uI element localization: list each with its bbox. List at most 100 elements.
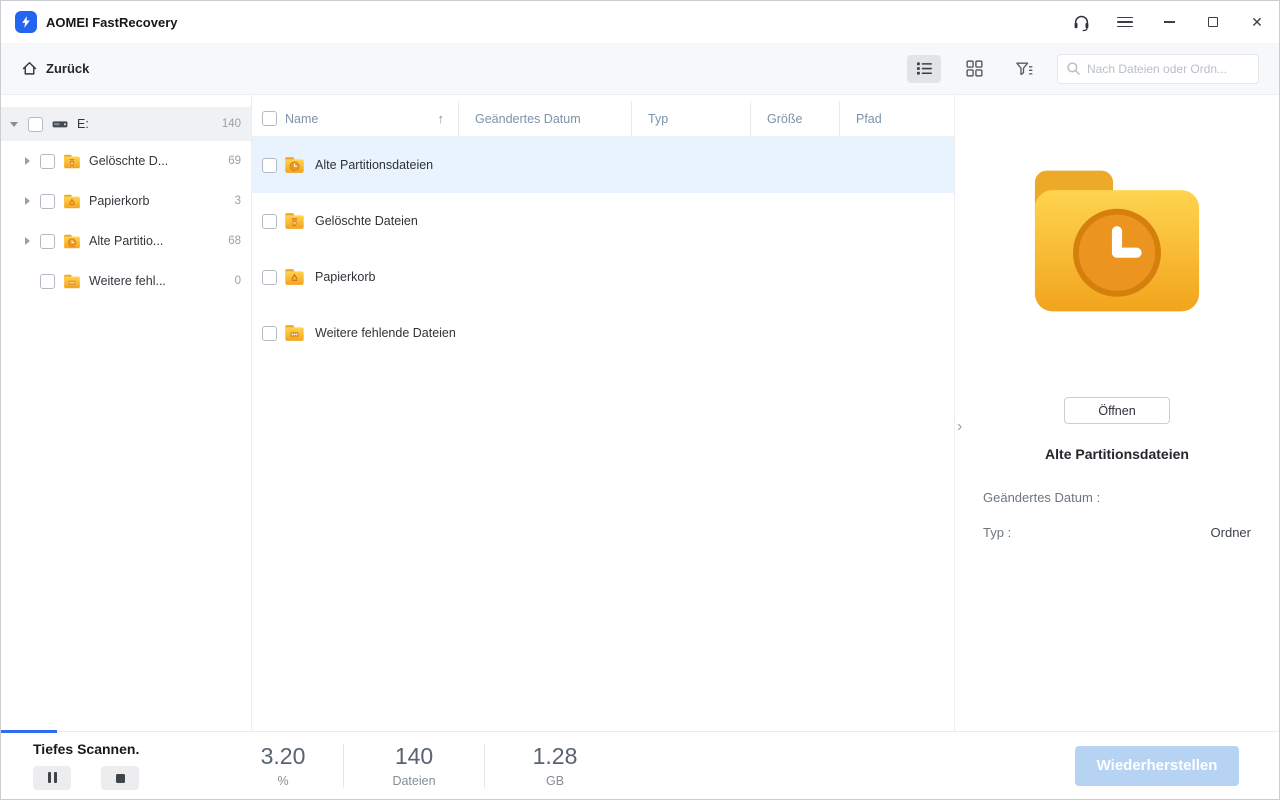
- close-button[interactable]: ✕: [1235, 1, 1279, 43]
- old-partition-folder-icon: [63, 233, 81, 250]
- row-checkbox[interactable]: [262, 214, 277, 229]
- item-label: Papierkorb: [89, 194, 229, 208]
- support-headset-button[interactable]: [1059, 1, 1103, 43]
- item-count: 69: [228, 155, 241, 167]
- item-count: 3: [235, 195, 241, 207]
- column-header-date[interactable]: Geändertes Datum: [458, 101, 631, 136]
- file-list-header: Name ↑ Geändertes Datum Typ Größe Pfad: [252, 101, 954, 137]
- deleted-files-folder-icon: [63, 153, 81, 170]
- stat-value: 140: [344, 743, 484, 770]
- titlebar: AOMEI FastRecovery ✕: [1, 1, 1279, 43]
- stat-size: 1.28 GB: [485, 743, 625, 788]
- stat-files: 140 Dateien: [344, 743, 484, 788]
- file-row-recycle-bin[interactable]: Papierkorb: [252, 249, 954, 305]
- pause-scan-button[interactable]: [33, 766, 71, 790]
- drive-checkbox[interactable]: [28, 117, 43, 132]
- menu-button[interactable]: [1103, 1, 1147, 43]
- column-header-size[interactable]: Größe: [750, 101, 839, 136]
- expand-arrow-icon[interactable]: [25, 157, 30, 165]
- grid-view-icon: [966, 60, 983, 77]
- missing-files-checkbox[interactable]: [40, 274, 55, 289]
- back-button[interactable]: Zurück: [21, 60, 89, 77]
- expand-arrow-icon[interactable]: [25, 237, 30, 245]
- recycle-bin-folder-icon: [284, 267, 305, 287]
- search-box: [1057, 54, 1259, 84]
- file-row-deleted-files[interactable]: Gelöschte Dateien: [252, 193, 954, 249]
- open-button[interactable]: Öffnen: [1064, 397, 1170, 424]
- column-header-name[interactable]: Name ↑: [285, 101, 458, 136]
- column-label: Pfad: [856, 112, 882, 126]
- drive-label: E:: [77, 117, 216, 131]
- item-count: 0: [235, 275, 241, 287]
- missing-files-folder-icon: [63, 273, 81, 290]
- drive-count: 140: [222, 118, 241, 130]
- deleted-files-checkbox[interactable]: [40, 154, 55, 169]
- list-view-icon: [916, 61, 933, 76]
- pause-icon: [46, 771, 58, 786]
- home-icon: [21, 60, 38, 77]
- row-checkbox[interactable]: [262, 326, 277, 341]
- sidebar-item-drive-e[interactable]: E: 140: [1, 107, 251, 141]
- list-view-button[interactable]: [907, 55, 941, 83]
- item-label: Weitere fehl...: [89, 274, 229, 288]
- headset-icon: [1072, 13, 1091, 32]
- hamburger-icon: [1117, 14, 1133, 31]
- lightning-icon: [19, 15, 33, 29]
- item-label: Gelöschte D...: [89, 154, 222, 168]
- grid-view-button[interactable]: [957, 55, 991, 83]
- sort-asc-icon[interactable]: ↑: [438, 111, 445, 126]
- maximize-icon: [1208, 17, 1218, 27]
- panel-collapse-chevron-icon[interactable]: ›: [957, 419, 962, 435]
- column-label: Typ: [648, 112, 668, 126]
- stat-percent: 3.20 %: [223, 743, 343, 788]
- item-label: Alte Partitio...: [89, 234, 222, 248]
- expand-arrow-icon[interactable]: [25, 197, 30, 205]
- field-value: Ordner: [1211, 525, 1251, 540]
- status-bar: Tiefes Scannen. 3.20 % 140 Dateien 1.28 …: [1, 731, 1279, 799]
- item-count: 68: [228, 235, 241, 247]
- sidebar-item-old-partition[interactable]: Alte Partitio... 68: [1, 221, 251, 261]
- search-icon: [1066, 61, 1081, 76]
- maximize-button[interactable]: [1191, 1, 1235, 43]
- stop-icon: [116, 774, 125, 783]
- recycle-bin-folder-icon: [63, 193, 81, 210]
- column-header-type[interactable]: Typ: [631, 101, 750, 136]
- file-list: Name ↑ Geändertes Datum Typ Größe Pfad A…: [252, 95, 954, 731]
- scan-progress-bar: [1, 730, 57, 733]
- missing-files-folder-icon: [284, 323, 305, 343]
- minimize-button[interactable]: [1147, 1, 1191, 43]
- app-title: AOMEI FastRecovery: [46, 15, 178, 30]
- file-row-missing-files[interactable]: Weitere fehlende Dateien: [252, 305, 954, 361]
- sidebar-item-deleted-files[interactable]: Gelöschte D... 69: [1, 141, 251, 181]
- old-partition-checkbox[interactable]: [40, 234, 55, 249]
- row-checkbox[interactable]: [262, 158, 277, 173]
- column-header-path[interactable]: Pfad: [839, 101, 954, 136]
- filter-button[interactable]: [1007, 55, 1041, 83]
- select-all-checkbox[interactable]: [262, 111, 277, 126]
- stat-unit: Dateien: [344, 774, 484, 788]
- column-label: Name: [285, 112, 318, 126]
- details-title: Alte Partitionsdateien: [955, 446, 1279, 462]
- details-field-type: Typ : Ordner: [983, 525, 1251, 540]
- details-field-date: Geändertes Datum :: [983, 490, 1251, 505]
- file-row-old-partition[interactable]: Alte Partitionsdateien: [252, 137, 954, 193]
- sidebar: E: 140 Gelöschte D... 69 Papierkorb 3 Al…: [1, 95, 252, 731]
- app-logo: [15, 11, 37, 33]
- stat-value: 3.20: [223, 743, 343, 770]
- sidebar-item-recycle-bin[interactable]: Papierkorb 3: [1, 181, 251, 221]
- sidebar-item-missing-files[interactable]: Weitere fehl... 0: [1, 261, 251, 301]
- field-label: Typ :: [983, 525, 1011, 540]
- field-label: Geändertes Datum :: [983, 490, 1100, 505]
- file-name: Papierkorb: [315, 270, 375, 284]
- recover-button[interactable]: Wiederherstellen: [1075, 746, 1239, 786]
- row-checkbox[interactable]: [262, 270, 277, 285]
- recycle-bin-checkbox[interactable]: [40, 194, 55, 209]
- deleted-files-folder-icon: [284, 211, 305, 231]
- collapse-arrow-icon[interactable]: [10, 122, 18, 127]
- old-partition-folder-icon: [284, 155, 305, 175]
- filter-icon: [1015, 61, 1033, 77]
- stop-scan-button[interactable]: [101, 766, 139, 790]
- back-label: Zurück: [46, 61, 89, 76]
- column-label: Geändertes Datum: [475, 112, 581, 126]
- search-input[interactable]: [1087, 62, 1250, 76]
